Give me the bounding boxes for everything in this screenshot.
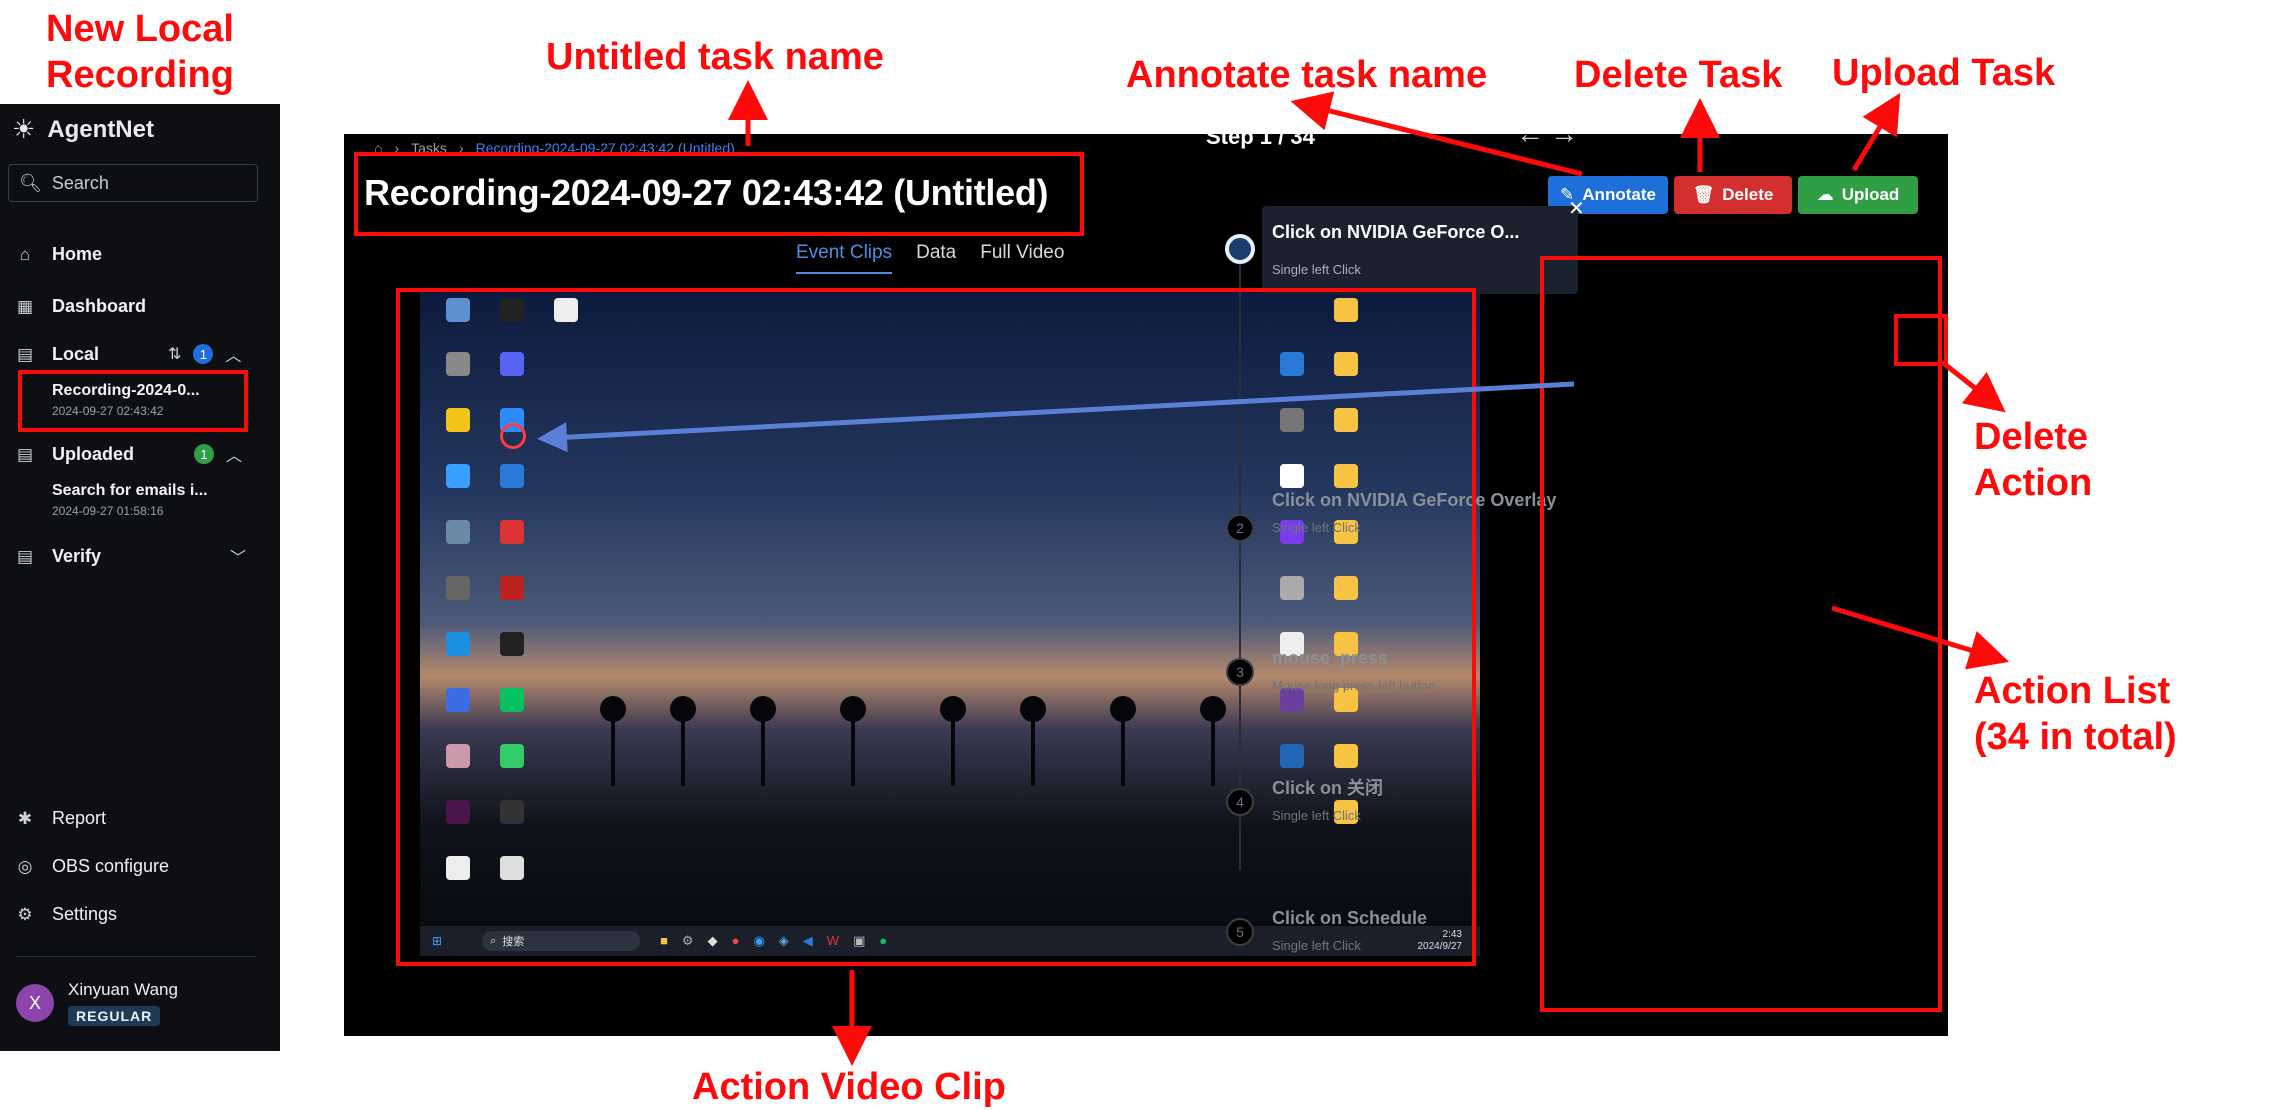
sidebar-item-local[interactable]: ▤ Local [16,344,99,365]
sidebar-item-label: Report [52,808,107,828]
step-active-indicator [1225,234,1255,264]
gear-icon: ⚙ [17,904,33,924]
annotation-delete-task: Delete Task [1574,54,1783,96]
clipboard-icon: ▤ [16,546,34,566]
divider [16,956,256,957]
uploaded-task-date: 2024-09-27 01:58:16 [52,504,164,518]
annotation-annotate-task-name: Annotate task name [1126,54,1488,96]
tab-full-video[interactable]: Full Video [980,242,1064,274]
highlight-delete-action [1894,314,1948,366]
local-controls: ⇅ 1 ︿ [168,342,241,366]
sidebar-item-label: Dashboard [52,296,147,316]
chevron-down-icon[interactable]: ﹀ [230,544,246,568]
annotation-delete-action: Delete Action [1974,416,2093,504]
search-input[interactable]: 🔍︎ Search [8,164,258,202]
avatar[interactable]: X [16,984,54,1022]
arrow [1940,360,2006,413]
brand-name: AgentNet [47,115,154,143]
annotate-button-label: Annotate [1582,185,1656,204]
chevron-up-icon[interactable]: ︿ [226,442,242,466]
delete-button[interactable]: 🗑︎ Delete [1674,176,1792,214]
sidebar-item-label: Uploaded [52,444,135,464]
annotation-untitled-task-name: Untitled task name [546,36,884,78]
highlight-video-clip [396,288,1476,966]
tab-data[interactable]: Data [916,242,956,274]
arrow-left-icon[interactable]: ← [1516,118,1544,150]
home-icon: ⌂ [19,244,31,264]
annotation-action-video-clip: Action Video Clip [692,1066,1006,1108]
sun-icon: ☀ [12,114,36,144]
sidebar-item-obs-configure[interactable]: ◎ OBS configure [16,856,169,877]
bug-icon: ✱ [17,808,33,828]
step-navigation: ← → [1516,118,1578,150]
sidebar-item-label: Settings [52,904,118,924]
search-placeholder: Search [51,172,109,193]
annotation-new-local-recording: New Local Recording [46,8,234,96]
sidebar-item-verify[interactable]: ▤ Verify [16,546,101,567]
step-item-active[interactable]: Click on NVIDIA GeForce O... Single left… [1262,206,1578,294]
cloud-upload-icon: ☁ [1816,185,1834,204]
search-icon: 🔍︎ [19,172,42,193]
annotation-upload-task: Upload Task [1832,52,2056,94]
verify-controls: ﹀ [230,544,246,568]
sidebar-item-label: Verify [52,546,102,566]
sidebar-item-report[interactable]: ✱ Report [16,808,106,829]
upload-button[interactable]: ☁ Upload [1798,176,1918,214]
tab-event-clips[interactable]: Event Clips [796,242,893,274]
highlight-task-name [354,152,1084,236]
trash-icon: 🗑︎ [1692,185,1715,204]
clipboard-icon: ▤ [16,444,34,464]
chevron-up-icon[interactable]: ︿ [225,342,241,366]
close-icon[interactable]: ✕ [1568,196,1585,221]
sidebar-item-settings[interactable]: ⚙ Settings [16,904,117,925]
arrow-right-icon[interactable]: → [1550,118,1578,150]
delete-button-label: Delete [1722,185,1774,204]
step-subtitle: Single left Click [1272,262,1361,277]
step-counter: Step 1 / 34 [1206,124,1315,149]
sidebar-item-label: Home [52,244,103,264]
local-count-badge: 1 [193,344,214,364]
user-role-badge: REGULAR [68,1006,161,1026]
uploaded-task-title: Search for emails i... [52,482,208,499]
highlight-local-recording [18,370,248,432]
obs-icon: ◎ [17,856,33,876]
sidebar-item-dashboard[interactable]: ▦ Dashboard [16,296,146,317]
uploaded-controls: 1 ︿ [194,442,242,466]
sidebar-item-home[interactable]: ⌂ Home [16,244,102,265]
sidebar-item-label: OBS configure [52,856,170,876]
brand[interactable]: ☀ AgentNet [12,114,154,145]
annotation-action-list: Action List (34 in total) [1974,670,2177,758]
dashboard-icon: ▦ [16,296,34,316]
tab-bar: Event Clips Data Full Video [796,242,1064,274]
user-name: Xinyuan Wang [68,980,178,999]
upload-button-label: Upload [1841,185,1900,204]
sidebar-item-label: Local [52,344,100,364]
highlight-action-list [1540,256,1942,1012]
sidebar: ☀ AgentNet 🔍︎ Search ⌂ Home ▦ Dashboard … [0,104,280,1051]
clipboard-icon: ▤ [16,344,34,364]
uploaded-task-item[interactable]: Search for emails i... 2024-09-27 01:58:… [52,482,208,518]
uploaded-count-badge: 1 [194,444,214,464]
sort-icon[interactable]: ⇅ [168,344,181,364]
step-title: Click on NVIDIA GeForce O... [1272,222,1520,242]
sidebar-item-uploaded[interactable]: ▤ Uploaded [16,444,134,465]
